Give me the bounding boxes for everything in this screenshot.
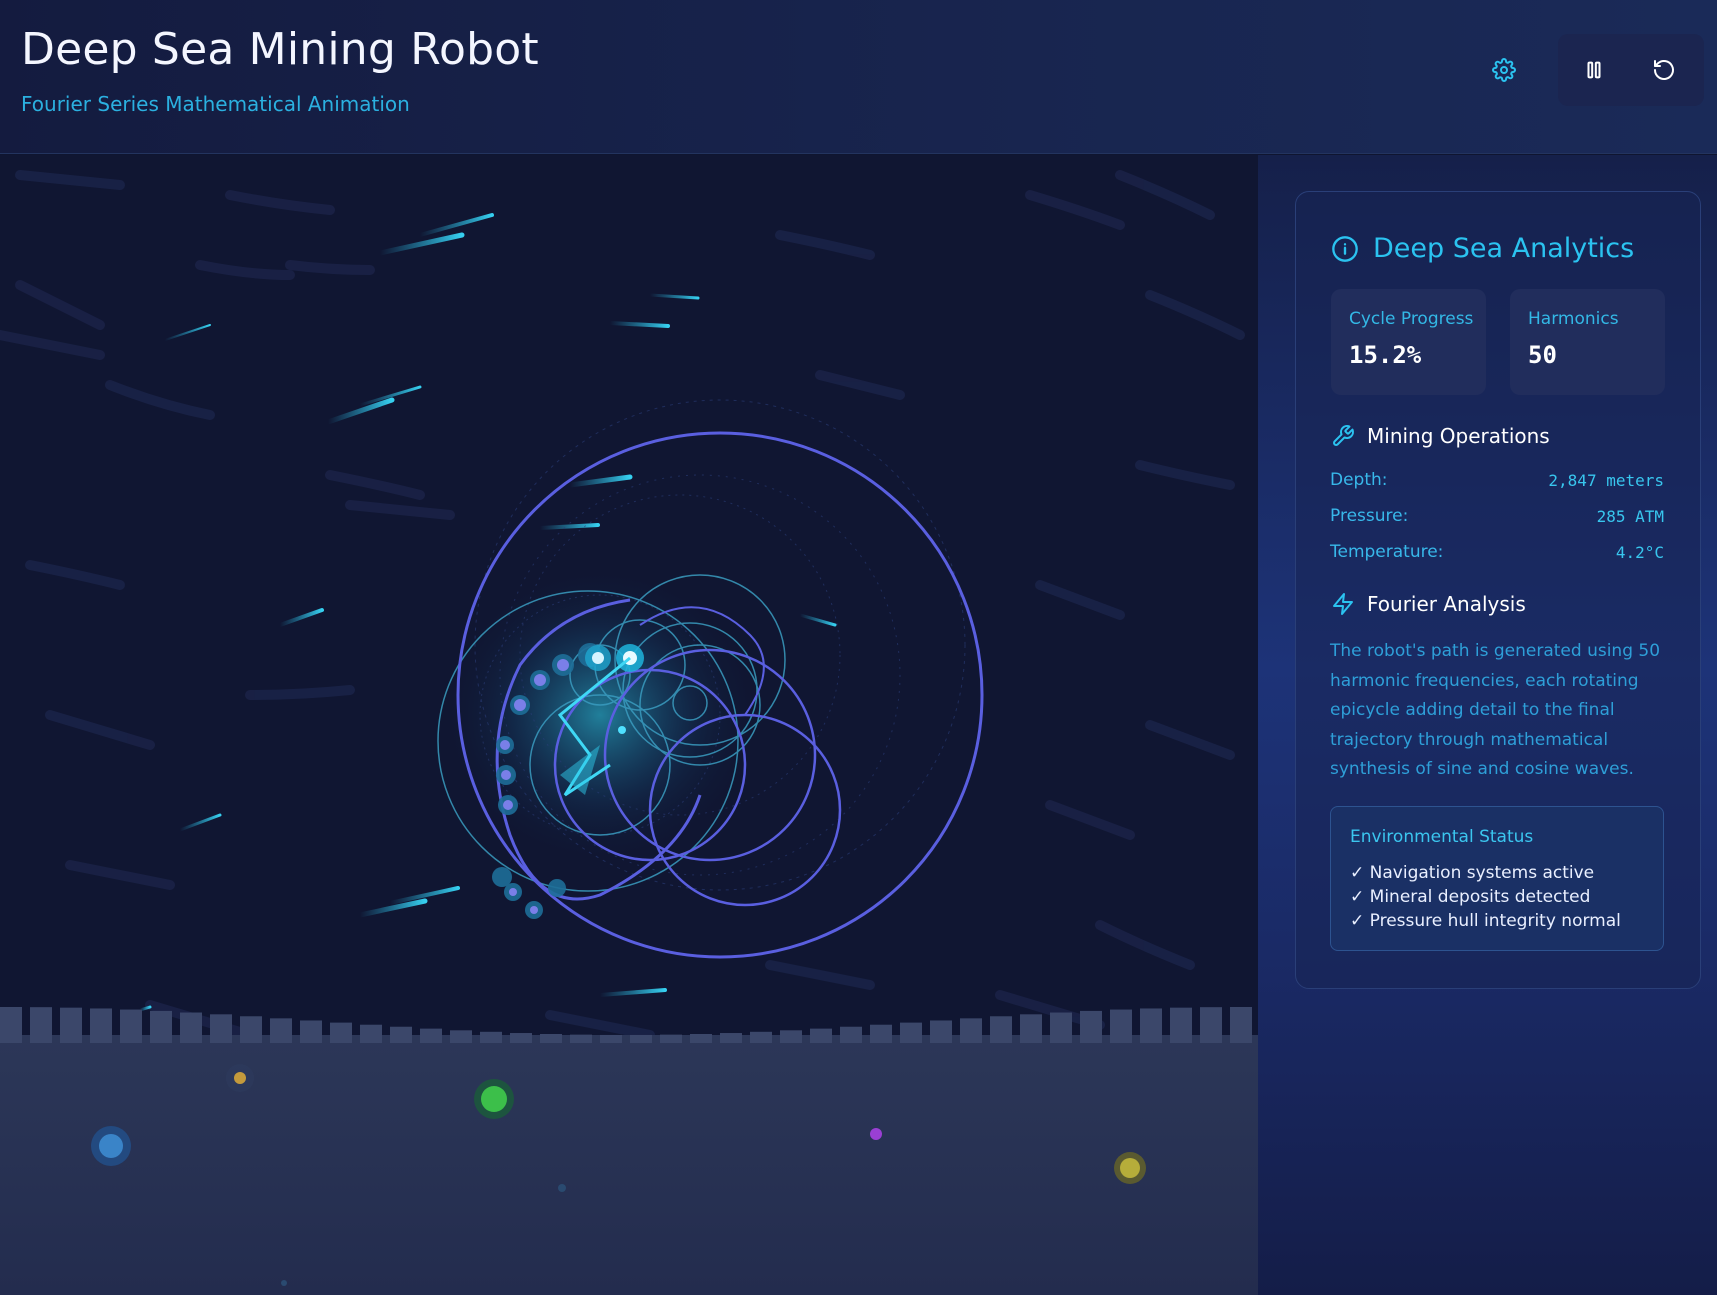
sediment-column bbox=[30, 1007, 52, 1043]
environmental-status-title: Environmental Status bbox=[1350, 827, 1534, 847]
sediment-column bbox=[930, 1020, 952, 1043]
pressure-label: Pressure: bbox=[1330, 506, 1409, 526]
stat-card-cycle-progress: Cycle Progress 15.2% bbox=[1331, 289, 1486, 395]
sediment-column bbox=[840, 1026, 862, 1043]
wrench-icon bbox=[1333, 425, 1354, 446]
status-item: ✓ Navigation systems active bbox=[1350, 863, 1595, 883]
fourier-analysis-title: Fourier Analysis bbox=[1367, 592, 1526, 616]
sediment-column bbox=[660, 1034, 682, 1043]
sediment-column bbox=[750, 1031, 772, 1043]
sediment-column bbox=[810, 1028, 832, 1043]
sediment-column bbox=[960, 1018, 982, 1043]
sediment-column bbox=[1200, 1007, 1222, 1043]
sediment-column bbox=[270, 1018, 292, 1043]
sediment-column bbox=[990, 1016, 1012, 1043]
depth-value: 2,847 meters bbox=[1548, 471, 1664, 490]
stat-label: Harmonics bbox=[1528, 309, 1619, 329]
sediment-column bbox=[390, 1026, 412, 1043]
status-item: ✓ Pressure hull integrity normal bbox=[1350, 911, 1621, 931]
sediment-column bbox=[1170, 1007, 1192, 1043]
sediment-column bbox=[870, 1024, 892, 1043]
depth-label: Depth: bbox=[1330, 470, 1388, 490]
sediment-column bbox=[120, 1009, 142, 1043]
sediment-column bbox=[1230, 1007, 1252, 1043]
info-icon bbox=[1332, 236, 1358, 262]
temperature-value: 4.2°C bbox=[1615, 543, 1664, 562]
sediment-column bbox=[720, 1033, 742, 1043]
simulation-canvas[interactable] bbox=[0, 155, 1258, 1295]
sediment-column bbox=[330, 1022, 352, 1043]
sediment-column bbox=[1140, 1008, 1162, 1043]
sediment-column bbox=[210, 1014, 232, 1043]
sediment-column bbox=[420, 1028, 442, 1043]
gear-icon bbox=[1492, 58, 1516, 82]
sediment-column bbox=[900, 1022, 922, 1043]
sediment-column bbox=[360, 1024, 382, 1043]
sediment-column bbox=[180, 1012, 202, 1043]
sediment-column bbox=[90, 1008, 112, 1043]
stat-label: Cycle Progress bbox=[1349, 309, 1474, 329]
pause-button[interactable] bbox=[1564, 40, 1624, 100]
sediment-column bbox=[570, 1034, 592, 1043]
sea-floor bbox=[0, 1035, 1258, 1295]
app-header: Deep Sea Mining Robot Fourier Series Mat… bbox=[0, 0, 1717, 154]
page-subtitle: Fourier Series Mathematical Animation bbox=[21, 92, 410, 116]
sediment-column bbox=[780, 1030, 802, 1043]
environmental-status-box: Environmental Status ✓ Navigation system… bbox=[1330, 806, 1664, 951]
sediment-column bbox=[450, 1030, 472, 1043]
panel-title: Deep Sea Analytics bbox=[1373, 233, 1635, 264]
lightning-icon bbox=[1333, 593, 1353, 615]
pressure-value: 285 ATM bbox=[1596, 507, 1664, 526]
ocean-scene bbox=[0, 170, 1258, 1295]
stat-value: 15.2% bbox=[1349, 341, 1422, 369]
rotate-ccw-icon bbox=[1654, 60, 1674, 80]
reset-button[interactable] bbox=[1634, 40, 1694, 100]
sediment-column bbox=[1020, 1014, 1042, 1043]
temperature-label: Temperature: bbox=[1330, 542, 1444, 562]
sediment-column bbox=[600, 1034, 622, 1043]
sediment-column bbox=[60, 1007, 82, 1043]
fourier-description: The robot's path is generated using 50 h… bbox=[1330, 641, 1661, 779]
sediment-column bbox=[690, 1033, 712, 1043]
sediment-column bbox=[540, 1033, 562, 1043]
sediment-column bbox=[300, 1020, 322, 1043]
sediment-column bbox=[1050, 1012, 1072, 1043]
mining-operations-title: Mining Operations bbox=[1367, 424, 1550, 448]
sediment-column bbox=[480, 1031, 502, 1043]
settings-button[interactable] bbox=[1474, 40, 1534, 100]
pause-icon bbox=[1587, 61, 1601, 79]
sediment-column bbox=[630, 1034, 652, 1043]
status-item: ✓ Mineral deposits detected bbox=[1350, 887, 1591, 907]
sediment-column bbox=[510, 1033, 532, 1043]
sediment-column bbox=[150, 1010, 172, 1043]
sediment-column bbox=[0, 1007, 22, 1043]
sediment-column bbox=[240, 1016, 262, 1043]
sediment-column bbox=[1110, 1009, 1132, 1043]
page-title: Deep Sea Mining Robot bbox=[21, 24, 539, 75]
stat-card-harmonics: Harmonics 50 bbox=[1510, 289, 1665, 395]
sediment-column bbox=[1080, 1010, 1102, 1043]
stat-value: 50 bbox=[1528, 341, 1557, 369]
